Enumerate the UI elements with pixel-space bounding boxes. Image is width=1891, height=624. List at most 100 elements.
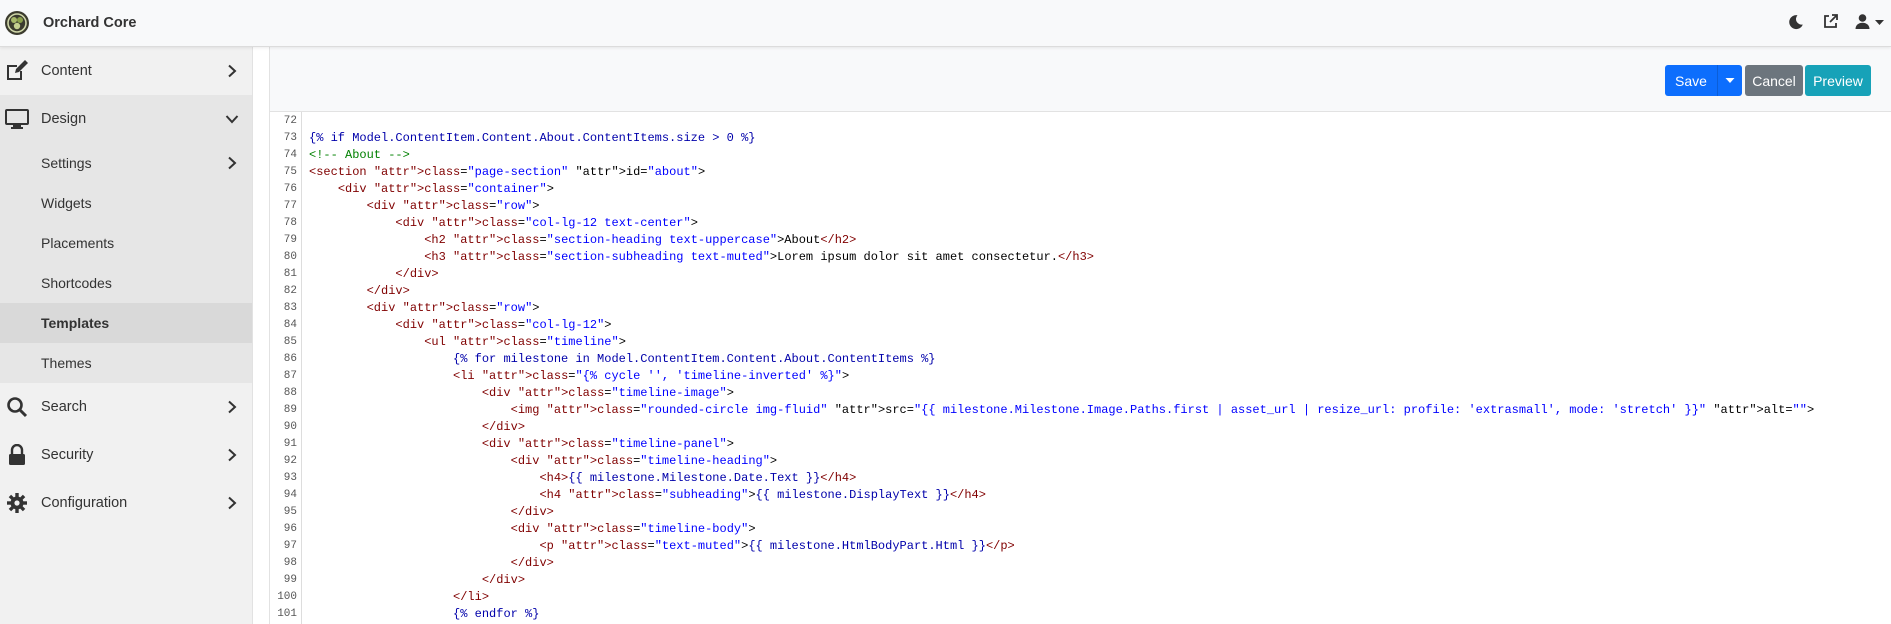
code-text[interactable]: {% for milestone in Model.ContentItem.Co…	[309, 351, 935, 368]
sidebar-item-placements[interactable]: Placements	[0, 223, 252, 263]
code-line[interactable]: 98 </div>	[271, 555, 1882, 572]
code-line[interactable]: 84 <div "attr">class="col-lg-12">	[271, 317, 1882, 334]
code-text[interactable]: <div "attr">class="row">	[309, 300, 540, 317]
code-text[interactable]: <li "attr">class="{% cycle '', 'timeline…	[309, 368, 849, 385]
code-line[interactable]: 87 <li "attr">class="{% cycle '', 'timel…	[271, 368, 1882, 385]
caret-down-icon	[1875, 19, 1884, 25]
code-line[interactable]: 85 <ul "attr">class="timeline">	[271, 334, 1882, 351]
code-line[interactable]: 101 {% endfor %}	[271, 606, 1882, 623]
code-line[interactable]: 86 {% for milestone in Model.ContentItem…	[271, 351, 1882, 368]
chevron-down-icon	[225, 115, 239, 124]
line-number: 76	[283, 183, 297, 195]
code-text[interactable]: </div>	[309, 572, 525, 589]
code-line[interactable]: 100 </li>	[271, 589, 1882, 606]
code-line[interactable]: 96 <div "attr">class="timeline-body">	[271, 521, 1882, 538]
code-text[interactable]: <img "attr">class="rounded-circle img-fl…	[309, 402, 1815, 419]
code-line[interactable]: 80 <h3 "attr">class="section-subheading …	[271, 249, 1882, 266]
line-number: 78	[283, 217, 297, 229]
sidebar-item-design[interactable]: Design	[0, 95, 252, 143]
code-text[interactable]: <h4 "attr">class="subheading">{{ milesto…	[309, 487, 986, 504]
sidebar-item-configuration[interactable]: Configuration	[0, 479, 252, 527]
code-line[interactable]: 72	[271, 113, 1882, 130]
code-text[interactable]: <div "attr">class="timeline-image">	[309, 385, 734, 402]
code-line[interactable]: 74 <!-- About -->	[271, 147, 1882, 164]
top-navbar: Orchard Core	[0, 0, 1891, 47]
brand[interactable]: Orchard Core	[4, 9, 136, 37]
code-text[interactable]: <div "attr">class="col-lg-12 text-center…	[309, 215, 698, 232]
code-text[interactable]: <h2 "attr">class="section-heading text-u…	[309, 232, 856, 249]
gear-icon	[4, 491, 30, 515]
line-number: 93	[283, 472, 297, 484]
main-content: Save Cancel Preview 72 73 {% if Model.Cont…	[269, 47, 1891, 624]
chevron-right-icon	[228, 496, 237, 510]
code-text[interactable]: <div "attr">class="col-lg-12">	[309, 317, 611, 334]
code-text[interactable]: <div "attr">class="timeline-body">	[309, 521, 756, 538]
code-text[interactable]: </div>	[309, 266, 438, 283]
code-text[interactable]: <!-- About -->	[309, 147, 410, 164]
line-number: 88	[283, 387, 297, 399]
code-line[interactable]: 73 {% if Model.ContentItem.Content.About.…	[271, 130, 1882, 147]
sidebar-item-search[interactable]: Search	[0, 383, 252, 431]
sidebar-item-security[interactable]: Security	[0, 431, 252, 479]
code-text[interactable]: </li>	[309, 589, 489, 606]
code-text[interactable]: <p "attr">class="text-muted">{{ mileston…	[309, 538, 1014, 555]
save-button[interactable]: Save	[1665, 65, 1717, 96]
code-text[interactable]: <div "attr">class="timeline-panel">	[309, 436, 734, 453]
code-line[interactable]: 93 <h4>{{ milestone.Milestone.Date.Text …	[271, 470, 1882, 487]
code-text[interactable]: <section "attr">class="page-section" "at…	[309, 164, 705, 181]
line-number: 72	[283, 115, 297, 127]
external-link-icon[interactable]	[1820, 12, 1840, 32]
chevron-right-icon	[228, 400, 237, 414]
sidebar-item-widgets[interactable]: Widgets	[0, 183, 252, 223]
code-text[interactable]: </div>	[309, 419, 525, 436]
code-line[interactable]: 97 <p "attr">class="text-muted">{{ miles…	[271, 538, 1882, 555]
code-line[interactable]: 75 <section "attr">class="page-section" "…	[271, 164, 1882, 181]
code-line[interactable]: 76 <div "attr">class="container">	[271, 181, 1882, 198]
preview-button[interactable]: Preview	[1805, 65, 1871, 96]
sidebar-item-shortcodes[interactable]: Shortcodes	[0, 263, 252, 303]
code-text[interactable]: <div "attr">class="timeline-heading">	[309, 453, 777, 470]
code-line[interactable]: 88 <div "attr">class="timeline-image">	[271, 385, 1882, 402]
user-menu[interactable]	[1854, 13, 1885, 30]
code-line[interactable]: 95 </div>	[271, 504, 1882, 521]
code-line[interactable]: 81 </div>	[271, 266, 1882, 283]
sidebar-item-templates[interactable]: Templates	[0, 303, 252, 343]
line-number: 75	[283, 166, 297, 178]
sidebar-item-label: Design	[41, 111, 87, 127]
save-options-toggle[interactable]	[1717, 65, 1742, 96]
code-text[interactable]: <div "attr">class="container">	[309, 181, 554, 198]
moon-icon[interactable]	[1786, 12, 1806, 32]
code-line[interactable]: 77 <div "attr">class="row">	[271, 198, 1882, 215]
code-text[interactable]: <h4>{{ milestone.Milestone.Date.Text }}<…	[309, 470, 856, 487]
sidebar-item-themes[interactable]: Themes	[0, 343, 252, 383]
sidebar-item-content[interactable]: Content	[0, 47, 252, 95]
code-text[interactable]: <div "attr">class="row">	[309, 198, 540, 215]
code-text[interactable]: </div>	[309, 283, 410, 300]
code-text[interactable]: {% if Model.ContentItem.Content.About.Co…	[309, 130, 755, 147]
sidebar-item-settings[interactable]: Settings	[0, 143, 252, 183]
code-line[interactable]: 92 <div "attr">class="timeline-heading">	[271, 453, 1882, 470]
code-line[interactable]: 83 <div "attr">class="row">	[271, 300, 1882, 317]
line-number: 77	[283, 200, 297, 212]
orchard-logo-icon	[5, 11, 29, 35]
chevron-right-icon	[228, 64, 237, 78]
code-line[interactable]: 94 <h4 "attr">class="subheading">{{ mile…	[271, 487, 1882, 504]
code-text[interactable]: </div>	[309, 555, 554, 572]
code-text[interactable]: <ul "attr">class="timeline">	[309, 334, 626, 351]
code-line[interactable]: 89 <img "attr">class="rounded-circle img…	[271, 402, 1882, 419]
code-line[interactable]: 91 <div "attr">class="timeline-panel">	[271, 436, 1882, 453]
code-text[interactable]: <h3 "attr">class="section-subheading tex…	[309, 249, 1094, 266]
code-text[interactable]: </div>	[309, 504, 554, 521]
line-number: 90	[283, 421, 297, 433]
code-line[interactable]: 78 <div "attr">class="col-lg-12 text-cen…	[271, 215, 1882, 232]
code-line[interactable]: 99 </div>	[271, 572, 1882, 589]
code-text[interactable]: {% endfor %}	[309, 606, 539, 623]
line-number: 80	[283, 251, 297, 263]
code-line[interactable]: 79 <h2 "attr">class="section-heading tex…	[271, 232, 1882, 249]
chevron-right-icon	[228, 448, 237, 462]
code-line[interactable]: 82 </div>	[271, 283, 1882, 300]
cancel-button[interactable]: Cancel	[1745, 65, 1803, 96]
sidebar: Content Design Settings Widgets Placemen…	[0, 47, 253, 624]
code-editor[interactable]: 72 73 {% if Model.ContentItem.Content.Abou…	[271, 112, 1882, 624]
code-line[interactable]: 90 </div>	[271, 419, 1882, 436]
